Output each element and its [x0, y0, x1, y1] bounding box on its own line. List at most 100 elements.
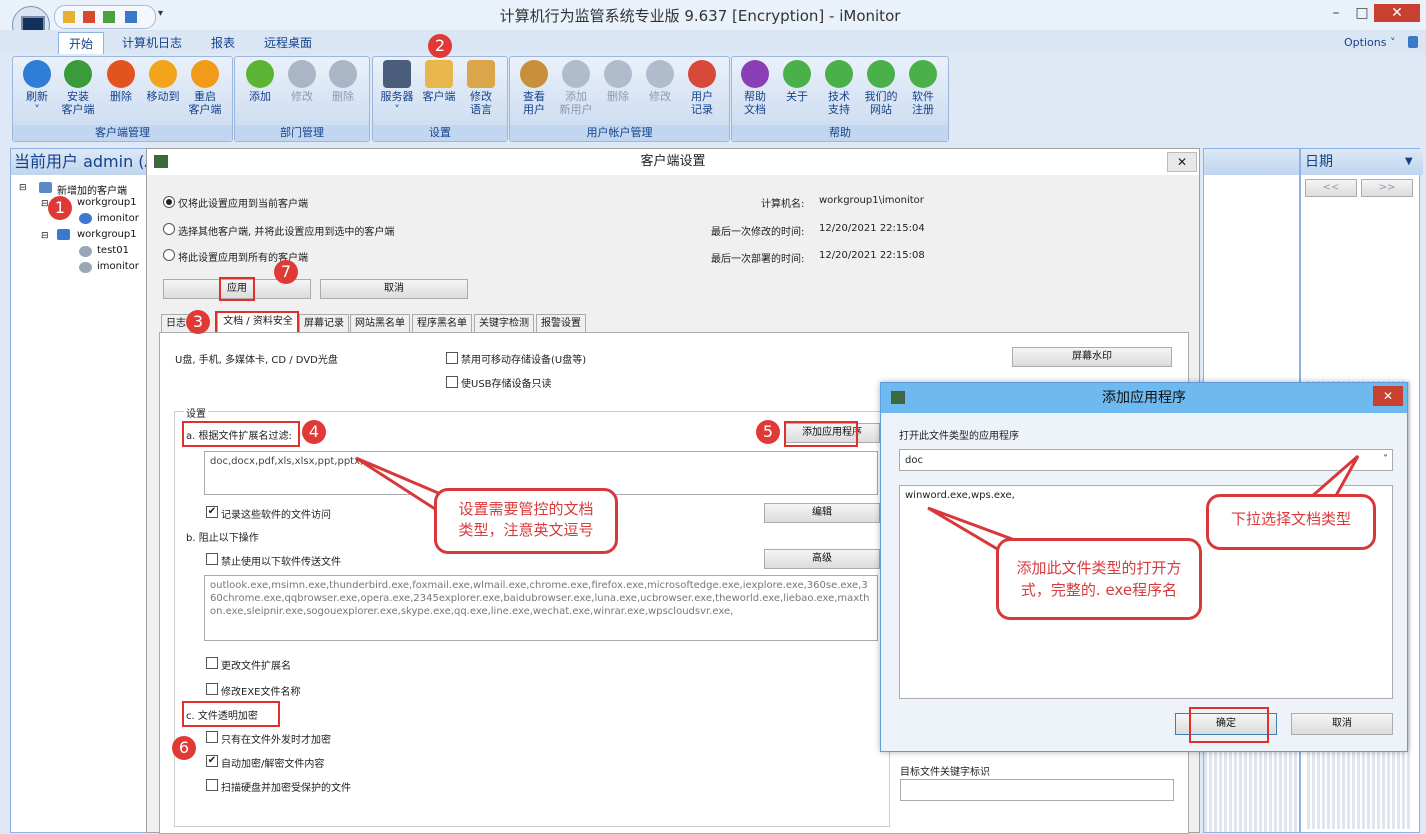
edit-user-icon [646, 60, 674, 88]
delete-client-button[interactable]: 删除 [101, 60, 141, 103]
block-ops-label: b. 阻止以下操作 [186, 533, 259, 544]
apps-textarea[interactable]: outlook.exe,msimn.exe,thunderbird.exe,fo… [204, 575, 878, 641]
advanced-button[interactable]: 高级 [764, 549, 880, 569]
server-icon [383, 60, 411, 88]
tab-screen-record[interactable]: 屏幕记录 [299, 314, 349, 333]
tree-item-workgroup1[interactable]: workgroup1 [77, 229, 137, 240]
add-department-button[interactable]: 添加 [240, 60, 280, 103]
client-settings-button[interactable]: 客户端 [419, 60, 459, 103]
delete-user-button[interactable]: 删除 [598, 60, 638, 103]
prev-month-button[interactable]: << [1305, 179, 1357, 197]
close-window-button[interactable]: ✕ [1374, 4, 1420, 22]
install-client-button[interactable]: 安装 客户端 [58, 60, 98, 116]
dialog-icon [891, 391, 905, 404]
client-tree-panel: 当前用户 admin (A ⊟ 新增加的客户端 ⊟ workgroup1 imo… [10, 148, 149, 833]
checkbox-record-access[interactable]: ✔ [206, 506, 218, 518]
radio-selected-clients[interactable] [163, 223, 175, 235]
tab-keyword-detection[interactable]: 关键字检测 [474, 314, 534, 333]
tree-item-imonitor[interactable]: imonitor [97, 261, 139, 272]
callout-dropdown: 下拉选择文档类型 [1206, 494, 1376, 550]
delete-icon [329, 60, 357, 88]
checkbox-forbid-send[interactable] [206, 553, 218, 565]
edit-user-button[interactable]: 修改 [640, 60, 680, 103]
tab-remote-desktop[interactable]: 远程桌面 [254, 32, 322, 54]
options-menu[interactable]: Options ˅ [1344, 36, 1395, 49]
checkbox-usb-readonly[interactable] [446, 376, 458, 388]
tree-item-workgroup1[interactable]: workgroup1 [77, 197, 137, 208]
add-user-button[interactable]: 添加 新用户 [556, 60, 596, 116]
checkbox-auto-encrypt[interactable]: ✔ [206, 755, 218, 767]
tab-program-blacklist[interactable]: 程序黑名单 [412, 314, 472, 333]
checkbox-label: 禁止使用以下软件传送文件 [221, 557, 341, 568]
open-with-label: 打开此文件类型的应用程序 [899, 431, 1019, 442]
checkbox-rename-exe[interactable] [206, 683, 218, 695]
next-month-button[interactable]: >> [1361, 179, 1413, 197]
support-icon [825, 60, 853, 88]
maximize-button[interactable]: □ [1350, 4, 1374, 22]
qat-dropdown-icon[interactable]: ▾ [158, 8, 163, 19]
screen-watermark-button[interactable]: 屏幕水印 [1012, 347, 1172, 367]
delete-user-icon [604, 60, 632, 88]
step-badge: 7 [274, 260, 298, 284]
chevron-down-icon[interactable]: ▼ [1405, 156, 1413, 167]
checkbox-disable-storage[interactable] [446, 352, 458, 364]
expand-icon[interactable]: ⊟ [19, 183, 27, 193]
language-icon [467, 60, 495, 88]
media-label: U盘, 手机, 多媒体卡, CD / DVD光盘 [175, 355, 338, 366]
tab-website-blacklist[interactable]: 网站黑名单 [350, 314, 410, 333]
delete-department-button[interactable]: 删除 [323, 60, 363, 103]
restart-client-button[interactable]: 重启 客户端 [185, 60, 225, 116]
dialog-icon [154, 155, 168, 168]
close-dialog-button[interactable]: ✕ [1167, 152, 1197, 172]
help-icon[interactable] [1408, 36, 1418, 48]
last-deployed-label: 最后一次部署的时间: [711, 254, 805, 265]
tree-item-test01[interactable]: test01 [97, 245, 129, 256]
cancel-dialog2-button[interactable]: 取消 [1291, 713, 1393, 735]
tab-alarm-settings[interactable]: 报警设置 [536, 314, 586, 333]
tech-support-button[interactable]: 技术 支持 [819, 60, 859, 116]
radio-current-client[interactable] [163, 196, 175, 208]
checkbox-change-ext[interactable] [206, 657, 218, 669]
chart-icon[interactable] [63, 11, 75, 23]
keyword-input[interactable] [900, 779, 1174, 801]
home-icon [867, 60, 895, 88]
checkbox-encrypt-on-send[interactable] [206, 731, 218, 743]
settings-group-label: 设置 [184, 405, 208, 420]
chevron-down-icon[interactable]: ˅ [1383, 453, 1388, 466]
checkbox-label: 只有在文件外发时才加密 [221, 735, 331, 746]
checkbox-label: 自动加密/解密文件内容 [221, 759, 325, 770]
highlight-apply [219, 277, 255, 301]
help-docs-button[interactable]: 帮助 文档 [735, 60, 775, 116]
computer-name-value: workgroup1\imonitor [819, 195, 924, 206]
tree-item-new-clients[interactable]: 新增加的客户端 [57, 182, 127, 197]
refresh-button[interactable]: 刷新 ˅ [17, 60, 57, 116]
tab-reports[interactable]: 报表 [201, 32, 245, 54]
radio-label: 仅将此设置应用到当前客户端 [178, 199, 308, 210]
about-button[interactable]: 关于 [777, 60, 817, 103]
report-icon[interactable] [83, 11, 95, 23]
server-button[interactable]: 服务器 ˅ [377, 60, 417, 116]
network-icon [39, 182, 52, 193]
edit-department-button[interactable]: 修改 [282, 60, 322, 103]
minimize-button[interactable]: – [1324, 4, 1348, 22]
bar-chart-icon[interactable] [103, 11, 115, 23]
dialog2-title: 添加应用程序 [881, 383, 1407, 413]
tree-item-imonitor[interactable]: imonitor [97, 213, 139, 224]
checkbox-scan-disk[interactable] [206, 779, 218, 791]
move-to-button[interactable]: 移动到 [143, 60, 183, 103]
file-type-value: doc [905, 455, 923, 466]
view-users-button[interactable]: 查看 用户 [514, 60, 554, 116]
expand-icon[interactable]: ⊟ [41, 231, 49, 241]
close-dialog2-button[interactable]: ✕ [1373, 386, 1403, 406]
change-language-button[interactable]: 修改 语言 [461, 60, 501, 116]
monitor-icon[interactable] [125, 11, 137, 23]
user-records-button[interactable]: 用户 记录 [682, 60, 722, 116]
cancel-button[interactable]: 取消 [320, 279, 468, 299]
edit-button[interactable]: 编辑 [764, 503, 880, 523]
tab-start[interactable]: 开始 [58, 32, 105, 55]
register-button[interactable]: 软件 注册 [903, 60, 943, 116]
tab-computer-log[interactable]: 计算机日志 [112, 32, 192, 54]
website-button[interactable]: 我们的 网站 [861, 60, 901, 116]
checkbox-label: 禁用可移动存储设备(U盘等) [461, 355, 587, 366]
radio-all-clients[interactable] [163, 249, 175, 261]
